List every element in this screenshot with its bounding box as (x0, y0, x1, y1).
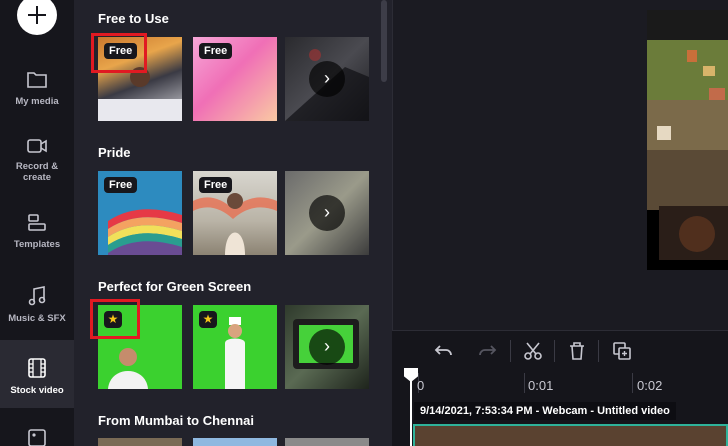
chevron-right-icon[interactable]: › (309, 329, 345, 365)
video-thumbnail[interactable]: ★ (193, 305, 277, 389)
toolbar-divider (510, 340, 511, 362)
section-title-free-to-use: Free to Use (98, 11, 169, 26)
sidebar-item-label: Stock video (10, 385, 64, 396)
left-sidebar: My media Record & create Templates Music… (0, 0, 74, 446)
image-icon (28, 429, 46, 446)
sidebar-item-templates[interactable]: Templates (0, 213, 74, 263)
premium-star-icon: ★ (199, 311, 217, 328)
add-media-button[interactable] (17, 0, 57, 35)
undo-button[interactable] (427, 337, 461, 365)
redo-button[interactable] (470, 337, 504, 365)
redo-icon (479, 345, 497, 356)
section-title-green-screen: Perfect for Green Screen (98, 279, 252, 294)
chevron-right-icon[interactable]: › (309, 195, 345, 231)
video-thumbnail[interactable]: Free (193, 37, 277, 121)
video-thumbnail-more[interactable]: › (285, 171, 369, 255)
undo-icon (434, 345, 452, 356)
timeline-clip[interactable] (413, 424, 728, 446)
video-thumbnail[interactable] (285, 438, 369, 446)
trash-icon (570, 342, 584, 360)
folder-icon (27, 72, 47, 88)
free-badge: Free (199, 177, 233, 193)
section-title-mumbai-chennai: From Mumbai to Chennai (98, 413, 254, 428)
chevron-right-icon[interactable]: › (309, 61, 345, 97)
film-icon (28, 358, 46, 378)
sidebar-item-label: Record & create (15, 161, 59, 183)
camera-icon (27, 139, 47, 153)
playhead[interactable] (410, 373, 412, 446)
video-thumbnail[interactable]: Free (98, 171, 182, 255)
timeline-tick-label: 0:02 (637, 378, 663, 393)
sidebar-item-music-sfx[interactable]: Music & SFX (0, 285, 74, 335)
sidebar-item-images[interactable] (0, 428, 74, 446)
video-thumbnail[interactable] (98, 438, 182, 446)
duplicate-button[interactable] (605, 337, 639, 365)
video-thumbnail-more[interactable]: › (285, 305, 369, 389)
video-preview[interactable] (647, 10, 728, 270)
stock-video-panel: Free to Use Free Free › Pride Free Free … (74, 0, 392, 446)
toolbar-divider (554, 340, 555, 362)
delete-button[interactable] (560, 337, 594, 365)
free-badge: Free (199, 43, 233, 59)
sidebar-item-stock-video[interactable]: Stock video (0, 340, 74, 408)
video-thumbnail-more[interactable]: › (285, 37, 369, 121)
split-button[interactable] (516, 337, 550, 365)
sidebar-item-label: My media (15, 96, 59, 107)
sidebar-item-label: Templates (13, 239, 61, 250)
toolbar-divider (598, 340, 599, 362)
timeline-tick-label: 0:01 (528, 378, 554, 393)
highlight-box (90, 299, 140, 339)
timeline-tick (524, 373, 525, 393)
cinque-terre-preview-graphic (647, 10, 728, 260)
highlight-box (91, 33, 147, 73)
video-thumbnail[interactable] (193, 438, 277, 446)
sidebar-item-label: Music & SFX (8, 313, 66, 324)
panel-scrollbar[interactable] (381, 0, 387, 82)
timeline-tick (632, 373, 633, 393)
sidebar-item-my-media[interactable]: My media (0, 70, 74, 122)
scissors-icon (524, 342, 542, 360)
video-thumbnail[interactable]: Free (193, 171, 277, 255)
music-icon (28, 286, 46, 306)
timeline-tick-label: 0 (417, 378, 425, 393)
duplicate-icon (613, 342, 631, 360)
templates-icon (28, 214, 46, 231)
section-title-pride: Pride (98, 145, 131, 160)
sidebar-item-record-create[interactable]: Record & create (0, 137, 74, 197)
clip-label: 9/14/2021, 7:53:34 PM - Webcam - Untitle… (414, 402, 676, 420)
free-badge: Free (104, 177, 138, 193)
